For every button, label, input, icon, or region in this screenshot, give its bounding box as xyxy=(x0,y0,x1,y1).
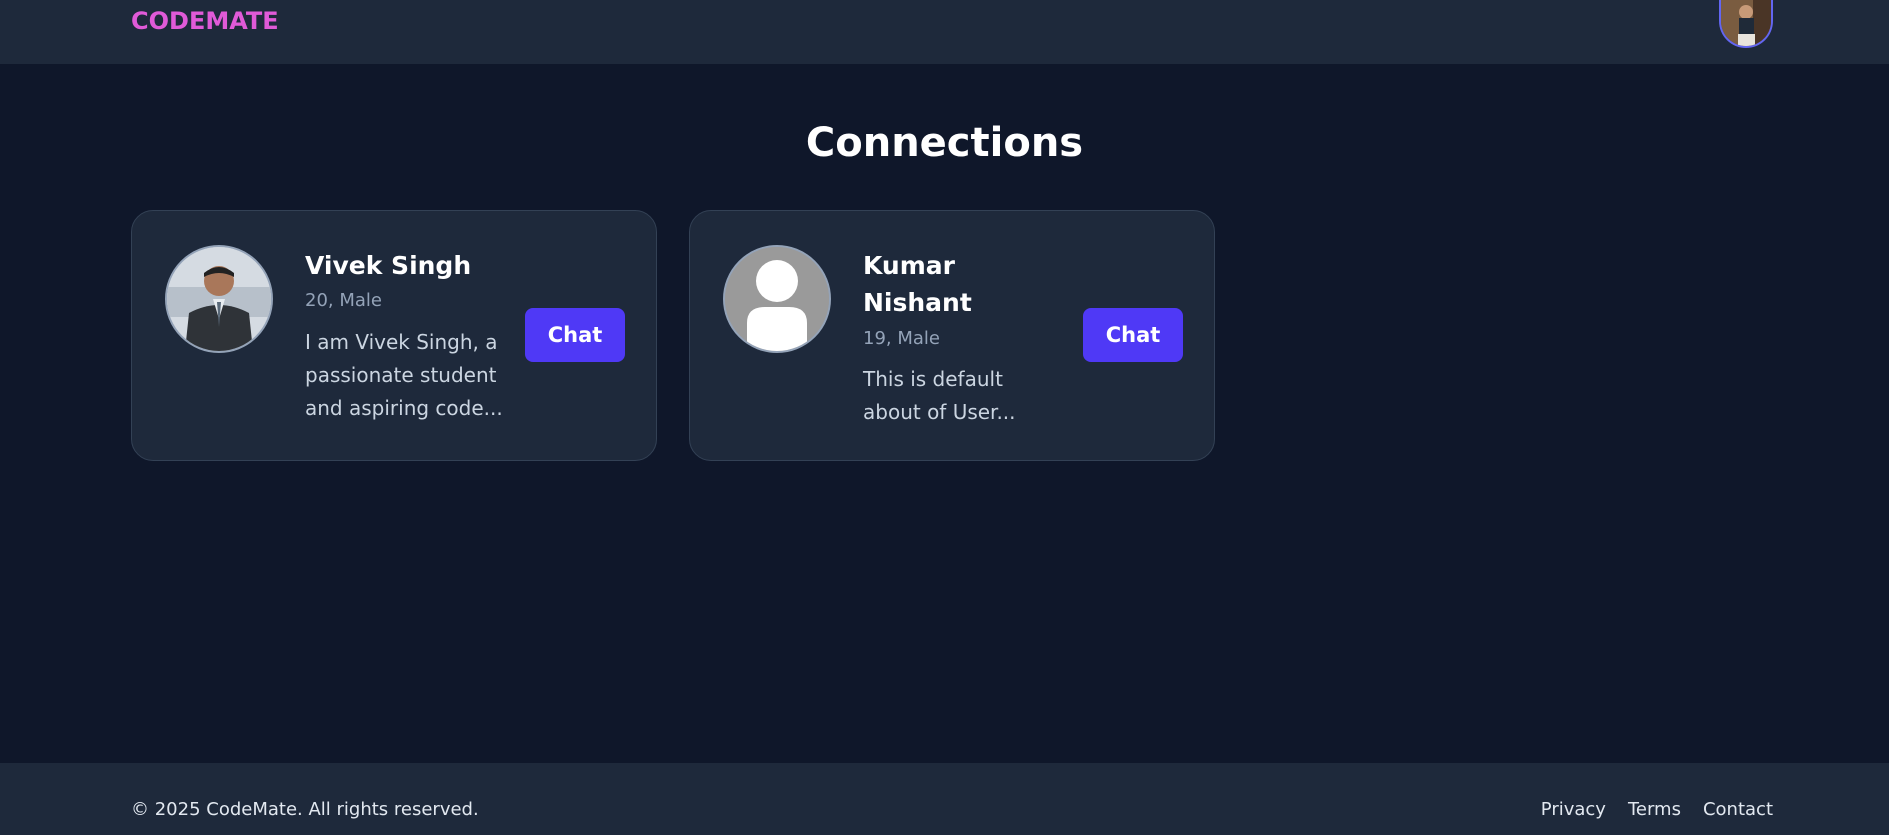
page-title: Connections xyxy=(805,120,1084,166)
chat-button[interactable]: Chat xyxy=(1083,308,1183,362)
connection-card: Kumar Nishant 19, Male This is default a… xyxy=(689,210,1215,461)
footer-link-privacy[interactable]: Privacy xyxy=(1541,799,1606,820)
connection-age-gender: 20, Male xyxy=(305,290,382,311)
copyright-text: © 2025 CodeMate. All rights reserved. xyxy=(131,799,479,820)
connection-age-gender: 19, Male xyxy=(863,328,940,349)
user-avatar-icon[interactable] xyxy=(1719,0,1773,48)
footer-links: Privacy Terms Contact xyxy=(1541,799,1773,820)
user-photo-avatar-icon xyxy=(1721,0,1771,46)
footer: © 2025 CodeMate. All rights reserved. Pr… xyxy=(0,763,1889,835)
brand-logo[interactable]: CODEMATE xyxy=(131,7,279,35)
connection-avatar xyxy=(165,245,273,353)
chat-button[interactable]: Chat xyxy=(525,308,625,362)
navbar: CODEMATE xyxy=(0,0,1889,64)
connection-about: This is default about of User... xyxy=(863,367,1016,424)
connection-avatar xyxy=(723,245,831,353)
footer-link-contact[interactable]: Contact xyxy=(1703,799,1773,820)
default-user-icon xyxy=(725,247,829,351)
connection-name: Vivek Singh xyxy=(305,251,472,280)
connection-name: Kumar Nishant xyxy=(863,251,972,317)
user-photo-avatar-icon xyxy=(167,247,271,351)
footer-link-terms[interactable]: Terms xyxy=(1628,799,1681,820)
connection-card: Vivek Singh 20, Male I am Vivek Singh, a… xyxy=(131,210,657,461)
connection-about: I am Vivek Singh, a passionate student a… xyxy=(305,330,503,420)
